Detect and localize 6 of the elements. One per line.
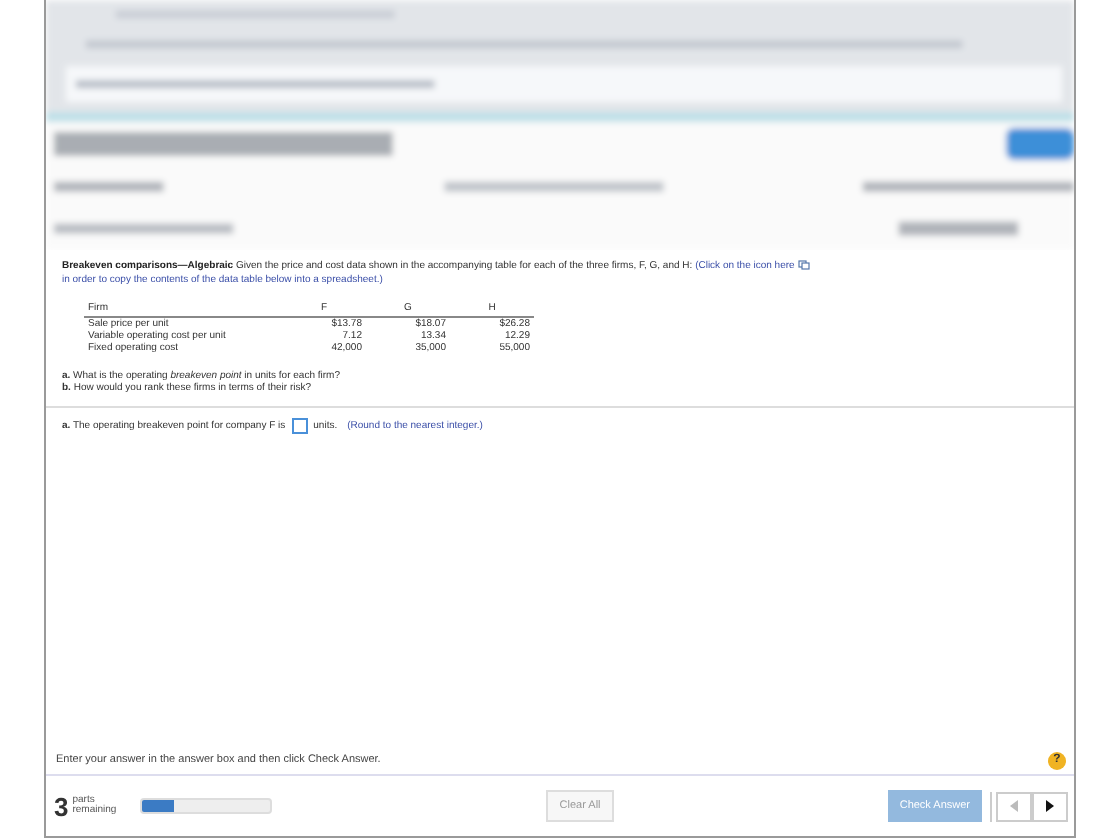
answer-box[interactable] xyxy=(291,417,308,433)
progress-bar xyxy=(140,798,273,814)
right-triangle-icon[interactable] xyxy=(1046,800,1054,812)
copy-icon[interactable] xyxy=(797,260,810,271)
next-button[interactable] xyxy=(1032,791,1068,821)
parts-count: 3 xyxy=(54,791,69,821)
